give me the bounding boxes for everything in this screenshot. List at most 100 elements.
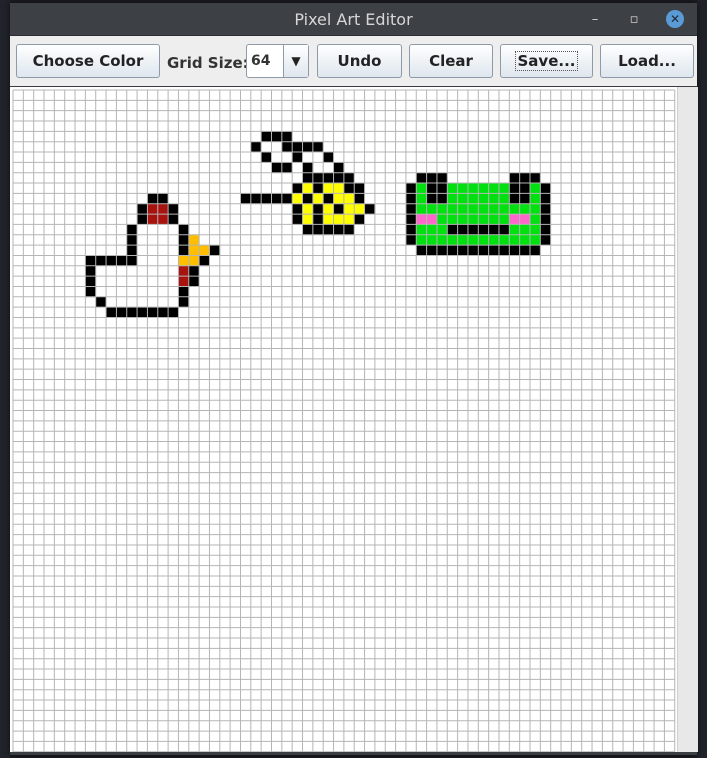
- pixel-cell[interactable]: [343, 172, 355, 184]
- pixel-cell[interactable]: [106, 286, 117, 298]
- pixel-cell[interactable]: [250, 193, 262, 205]
- pixel-cell[interactable]: [137, 234, 148, 246]
- pixel-cell[interactable]: [178, 224, 190, 236]
- pixel-cell[interactable]: [478, 224, 489, 236]
- pixel-cell[interactable]: [302, 172, 314, 184]
- pixel-cell[interactable]: [199, 255, 210, 267]
- pixel-cell[interactable]: [354, 203, 365, 215]
- pixel-cell[interactable]: [147, 307, 159, 318]
- pixel-cell[interactable]: [168, 203, 179, 215]
- pixel-cell[interactable]: [178, 276, 190, 287]
- pixel-cell[interactable]: [488, 183, 500, 194]
- pixel-cell[interactable]: [188, 255, 200, 267]
- pixel-cell[interactable]: [333, 172, 345, 184]
- pixel-cell[interactable]: [436, 245, 448, 256]
- pixel-cell[interactable]: [488, 203, 500, 215]
- pixel-cell[interactable]: [85, 276, 97, 287]
- pixel-cell[interactable]: [343, 203, 355, 215]
- pixel-cell[interactable]: [95, 286, 107, 298]
- pixel-cell[interactable]: [478, 203, 489, 215]
- pixel-cell[interactable]: [116, 265, 128, 277]
- pixel-cell[interactable]: [530, 193, 541, 205]
- pixel-cell[interactable]: [416, 224, 427, 236]
- pixel-cell[interactable]: [467, 224, 479, 236]
- pixel-cell[interactable]: [116, 276, 128, 287]
- pixel-cell[interactable]: [137, 286, 148, 298]
- pixel-cell[interactable]: [509, 214, 520, 225]
- pixel-cell[interactable]: [147, 193, 159, 205]
- close-icon[interactable]: ✕: [666, 10, 684, 28]
- pixel-cell[interactable]: [147, 234, 159, 246]
- pixel-cell[interactable]: [106, 265, 117, 277]
- pixel-cell[interactable]: [157, 193, 169, 205]
- pixel-cell[interactable]: [157, 296, 169, 308]
- pixel-cell[interactable]: [467, 214, 479, 225]
- pixel-cell[interactable]: [312, 172, 324, 184]
- pixel-cell[interactable]: [405, 224, 417, 236]
- pixel-cell[interactable]: [147, 203, 159, 215]
- pixel-cell[interactable]: [312, 193, 324, 205]
- pixel-cell[interactable]: [488, 214, 500, 225]
- pixel-cell[interactable]: [292, 193, 303, 205]
- pixel-cell[interactable]: [157, 265, 169, 277]
- pixel-cell[interactable]: [137, 307, 148, 318]
- pixel-cell[interactable]: [302, 183, 314, 194]
- pixel-cell[interactable]: [530, 234, 541, 246]
- pixel-cell[interactable]: [116, 286, 128, 298]
- pixel-cell[interactable]: [312, 224, 324, 236]
- pixel-cell[interactable]: [157, 276, 169, 287]
- pixel-cell[interactable]: [426, 214, 438, 225]
- pixel-cell[interactable]: [147, 214, 159, 225]
- pixel-cell[interactable]: [478, 234, 489, 246]
- pixel-cell[interactable]: [519, 183, 531, 194]
- pixel-grid[interactable]: [10, 87, 677, 752]
- pixel-cell[interactable]: [436, 193, 448, 205]
- pixel-cell[interactable]: [292, 152, 303, 163]
- pixel-cell[interactable]: [530, 224, 541, 236]
- pixel-cell[interactable]: [519, 234, 531, 246]
- pixel-cell[interactable]: [168, 286, 179, 298]
- pixel-cell[interactable]: [137, 224, 148, 236]
- pixel-cell[interactable]: [106, 255, 117, 267]
- pixel-cell[interactable]: [323, 203, 334, 215]
- pixel-cell[interactable]: [147, 245, 159, 256]
- pixel-cell[interactable]: [178, 245, 190, 256]
- pixel-cell[interactable]: [157, 245, 169, 256]
- pixel-cell[interactable]: [354, 193, 365, 205]
- pixel-cell[interactable]: [457, 193, 469, 205]
- pixel-cell[interactable]: [343, 193, 355, 205]
- pixel-cell[interactable]: [209, 245, 221, 256]
- pixel-cell[interactable]: [292, 141, 303, 153]
- pixel-cell[interactable]: [281, 131, 293, 142]
- pixel-cell[interactable]: [312, 183, 324, 194]
- pixel-cell[interactable]: [95, 296, 107, 308]
- pixel-cell[interactable]: [157, 234, 169, 246]
- pixel-cell[interactable]: [302, 162, 314, 174]
- pixel-cell[interactable]: [261, 152, 272, 163]
- pixel-cell[interactable]: [498, 183, 510, 194]
- pixel-cell[interactable]: [147, 276, 159, 287]
- pixel-cell[interactable]: [426, 183, 438, 194]
- pixel-cell[interactable]: [333, 203, 345, 215]
- pixel-cell[interactable]: [116, 255, 128, 267]
- pixel-cell[interactable]: [540, 183, 551, 194]
- pixel-cell[interactable]: [168, 296, 179, 308]
- pixel-cell[interactable]: [240, 193, 252, 205]
- pixel-cell[interactable]: [312, 214, 324, 225]
- pixel-cell[interactable]: [178, 265, 190, 277]
- pixel-cell[interactable]: [147, 296, 159, 308]
- pixel-cell[interactable]: [281, 162, 293, 174]
- pixel-cell[interactable]: [157, 255, 169, 267]
- pixel-cell[interactable]: [157, 307, 169, 318]
- pixel-cell[interactable]: [106, 296, 117, 308]
- pixel-cell[interactable]: [188, 245, 200, 256]
- pixel-cell[interactable]: [188, 265, 200, 277]
- pixel-cell[interactable]: [302, 203, 314, 215]
- pixel-cell[interactable]: [447, 234, 458, 246]
- pixel-cell[interactable]: [271, 193, 283, 205]
- pixel-cell[interactable]: [498, 234, 510, 246]
- pixel-cell[interactable]: [261, 193, 272, 205]
- pixel-cell[interactable]: [95, 265, 107, 277]
- pixel-cell[interactable]: [126, 307, 138, 318]
- pixel-cell[interactable]: [457, 203, 469, 215]
